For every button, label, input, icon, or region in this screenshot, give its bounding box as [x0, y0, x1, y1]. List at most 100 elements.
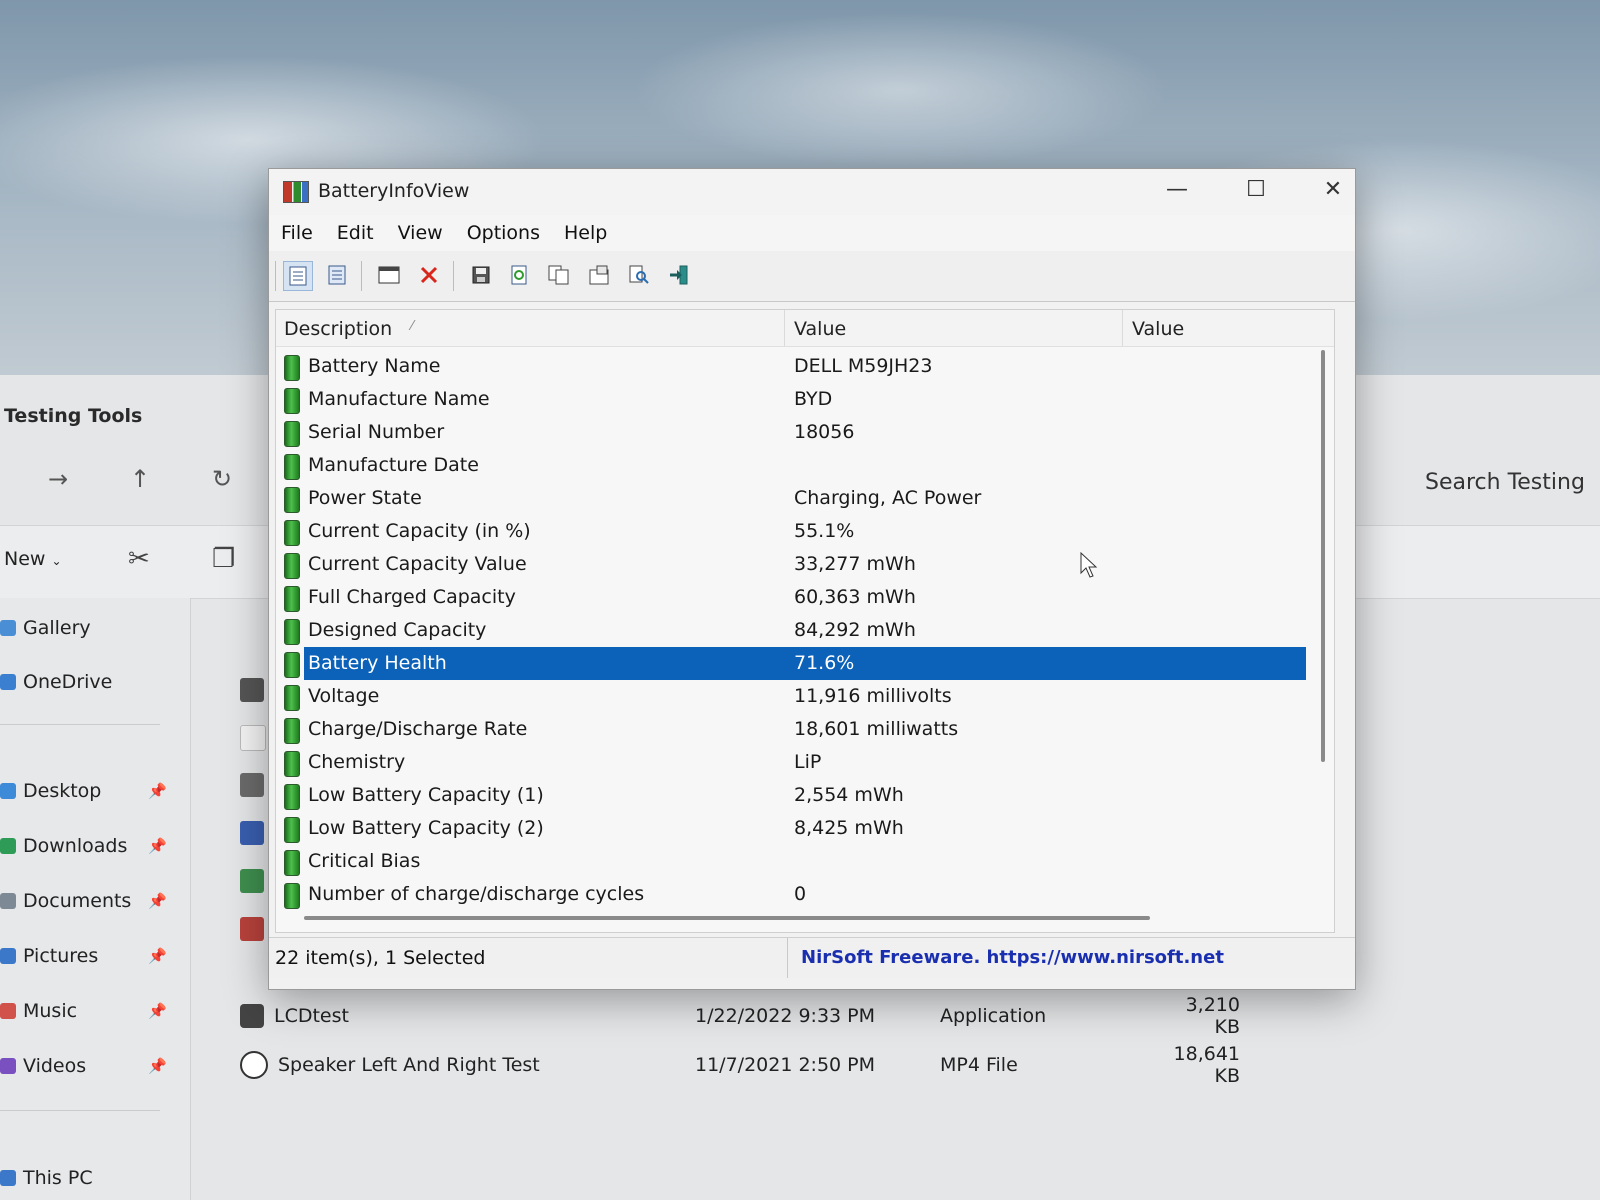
battery-icon [284, 718, 300, 744]
status-divider [787, 938, 788, 978]
sidebar-item-documents[interactable]: Documents 📌 [0, 881, 180, 921]
save-button[interactable] [467, 261, 495, 289]
sidebar-item-onedrive[interactable]: OneDrive [0, 662, 180, 702]
vertical-scrollbar[interactable] [1321, 350, 1325, 762]
list-item[interactable]: Current Capacity (in %) 55.1% [276, 515, 1306, 548]
list-item[interactable]: Designed Capacity 84,292 mWh [276, 614, 1306, 647]
new-button[interactable]: New ⌄ [4, 548, 62, 570]
explorer-search-box[interactable]: Search Testing [1425, 470, 1585, 495]
report-icon [589, 265, 609, 285]
copy-button[interactable] [545, 261, 573, 289]
refresh-button[interactable] [505, 261, 533, 289]
video-file-icon [240, 1051, 268, 1079]
item-value: Charging, AC Power [794, 487, 982, 509]
column-header-value-2[interactable]: Value [1132, 318, 1184, 340]
item-value: 2,554 mWh [794, 784, 904, 806]
exit-icon [670, 265, 688, 285]
battery-log-view-button[interactable] [323, 261, 351, 289]
list-item-selected[interactable]: Battery Health 71.6% [276, 647, 1306, 680]
menu-edit[interactable]: Edit [325, 222, 386, 244]
sidebar-item-downloads[interactable]: Downloads 📌 [0, 826, 180, 866]
minimize-icon[interactable]: — [1157, 177, 1197, 202]
item-description: Power State [308, 487, 422, 509]
status-item-count: 22 item(s), 1 Selected [275, 947, 486, 969]
file-row[interactable]: LCDtest 1/22/2022 9:33 PM Application 3,… [240, 994, 1320, 1038]
nirsoft-link[interactable]: NirSoft Freeware. https://www.nirsoft.ne… [801, 947, 1224, 968]
sidebar-item-videos[interactable]: Videos 📌 [0, 1046, 180, 1086]
refresh-icon[interactable]: ↻ [212, 465, 232, 493]
toolbar-divider [453, 261, 454, 291]
sidebar-item-label: OneDrive [23, 671, 113, 693]
battery-info-list[interactable]: Description ⁄ Value Value Battery Name D… [275, 309, 1335, 933]
videos-icon [0, 1058, 16, 1074]
list-item[interactable]: Manufacture Name BYD [276, 383, 1306, 416]
sidebar-item-gallery[interactable]: Gallery [0, 608, 180, 648]
pin-icon[interactable]: 📌 [148, 892, 167, 910]
sidebar-item-label: Documents [23, 890, 132, 912]
pin-icon[interactable]: 📌 [148, 837, 167, 855]
column-divider[interactable] [784, 310, 785, 346]
battery-icon [284, 553, 300, 579]
title-bar[interactable]: BatteryInfoView — ☐ ✕ [269, 169, 1355, 215]
maximize-icon[interactable]: ☐ [1236, 177, 1276, 202]
sidebar-item-desktop[interactable]: Desktop 📌 [0, 771, 180, 811]
pin-icon[interactable]: 📌 [148, 1002, 167, 1020]
battery-app-icon [283, 181, 309, 203]
list-item[interactable]: Current Capacity Value 33,277 mWh [276, 548, 1306, 581]
battery-icon [284, 619, 300, 645]
item-value: DELL M59JH23 [794, 355, 933, 377]
file-thumbnail-icon [240, 917, 264, 941]
list-item[interactable]: Number of charge/discharge cycles 0 [276, 878, 1306, 911]
item-description: Manufacture Name [308, 388, 490, 410]
list-item[interactable]: Serial Number 18056 [276, 416, 1306, 449]
battery-icon [284, 421, 300, 447]
sidebar-item-this-pc[interactable]: This PC [0, 1158, 180, 1198]
column-header-value[interactable]: Value [794, 318, 846, 340]
file-type: Application [940, 1005, 1047, 1027]
list-item[interactable]: Critical Bias [276, 845, 1306, 878]
file-date: 1/22/2022 9:33 PM [695, 1005, 876, 1027]
up-arrow-icon[interactable]: ↑ [130, 465, 150, 493]
sidebar-item-label: Gallery [23, 617, 91, 639]
list-item[interactable]: Battery Name DELL M59JH23 [276, 350, 1306, 383]
menu-options[interactable]: Options [455, 222, 552, 244]
list-view-icon [289, 266, 307, 286]
battery-icon [284, 751, 300, 777]
delete-button[interactable] [415, 261, 443, 289]
column-divider[interactable] [1122, 310, 1123, 346]
list-item[interactable]: Full Charged Capacity 60,363 mWh [276, 581, 1306, 614]
pin-icon[interactable]: 📌 [148, 947, 167, 965]
menu-view[interactable]: View [386, 222, 455, 244]
list-item[interactable]: Power State Charging, AC Power [276, 482, 1306, 515]
column-header-description[interactable]: Description [284, 318, 392, 340]
menu-file[interactable]: File [269, 222, 325, 244]
menu-help[interactable]: Help [552, 222, 619, 244]
item-description: Serial Number [308, 421, 445, 443]
list-item[interactable]: Voltage 11,916 millivolts [276, 680, 1306, 713]
list-item[interactable]: Charge/Discharge Rate 18,601 milliwatts [276, 713, 1306, 746]
cut-icon[interactable]: ✂ [128, 544, 150, 574]
copy-icon[interactable]: ❐ [212, 544, 235, 574]
find-button[interactable] [625, 261, 653, 289]
list-item[interactable]: Manufacture Date [276, 449, 1306, 482]
save-disk-icon [472, 266, 490, 284]
properties-window-button[interactable] [375, 261, 403, 289]
battery-info-view-button[interactable] [283, 261, 313, 291]
sidebar-item-label: Downloads [23, 835, 128, 857]
downloads-icon [0, 838, 16, 854]
pin-icon[interactable]: 📌 [148, 782, 167, 800]
html-report-button[interactable] [585, 261, 613, 289]
sidebar-item-pictures[interactable]: Pictures 📌 [0, 936, 180, 976]
pin-icon[interactable]: 📌 [148, 1057, 167, 1075]
forward-arrow-icon[interactable]: → [48, 465, 68, 493]
close-icon[interactable]: ✕ [1313, 177, 1353, 202]
list-item[interactable]: Low Battery Capacity (1) 2,554 mWh [276, 779, 1306, 812]
file-size: 18,641 KB [1173, 1043, 1240, 1087]
item-value: 60,363 mWh [794, 586, 916, 608]
file-row[interactable]: Speaker Left And Right Test 11/7/2021 2:… [240, 1043, 1320, 1087]
list-item[interactable]: Low Battery Capacity (2) 8,425 mWh [276, 812, 1306, 845]
sidebar-item-music[interactable]: Music 📌 [0, 991, 180, 1031]
exit-button[interactable] [665, 261, 693, 289]
list-item[interactable]: Chemistry LiP [276, 746, 1306, 779]
horizontal-scrollbar[interactable] [304, 916, 1150, 920]
